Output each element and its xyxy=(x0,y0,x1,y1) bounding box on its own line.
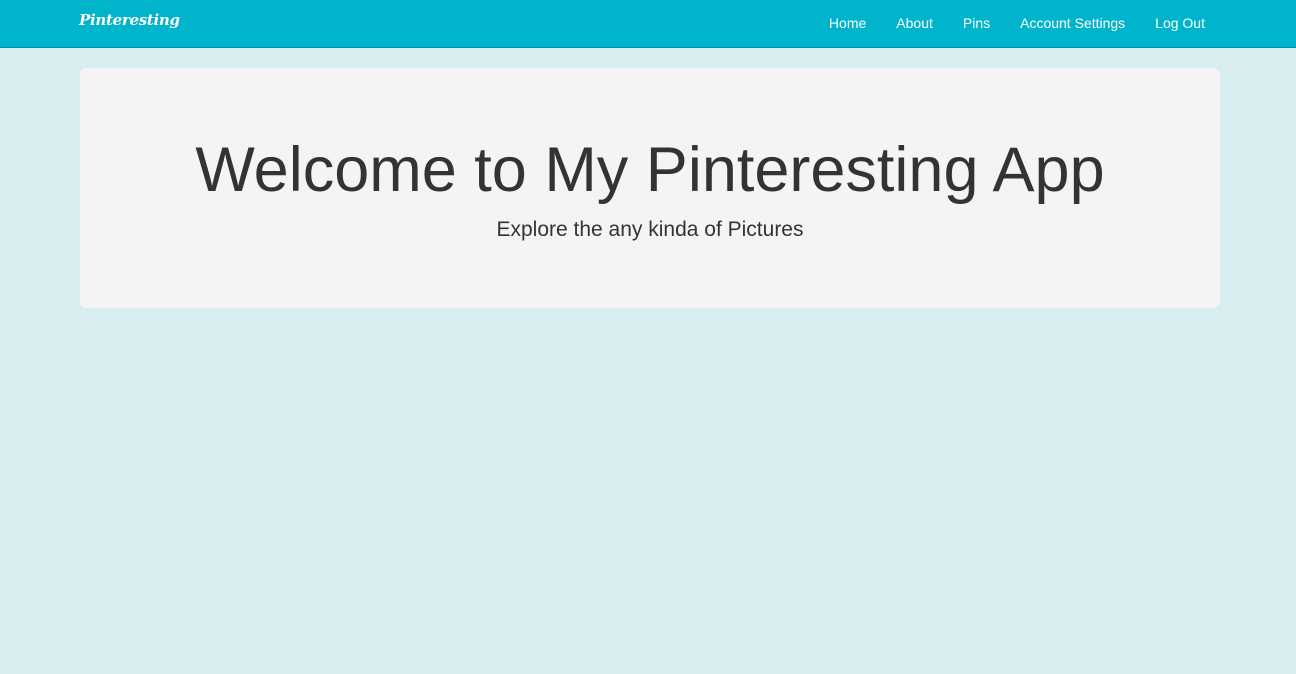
nav-link-pins[interactable]: Pins xyxy=(948,0,1005,47)
page-title: Welcome to My Pinteresting App xyxy=(195,135,1105,205)
brand-logo-link[interactable]: Pinteresting xyxy=(79,11,180,29)
page-subtitle: Explore the any kinda of Pictures xyxy=(496,218,804,241)
nav-link-account-settings[interactable]: Account Settings xyxy=(1005,0,1140,47)
nav-link-home[interactable]: Home xyxy=(814,0,881,47)
welcome-jumbotron: Welcome to My Pinteresting App Explore t… xyxy=(80,68,1220,308)
nav-link-log-out[interactable]: Log Out xyxy=(1140,0,1220,47)
nav-menu: Home About Pins Account Settings Log Out xyxy=(814,0,1220,47)
top-navbar: Pinteresting Home About Pins Account Set… xyxy=(0,0,1296,48)
nav-link-about[interactable]: About xyxy=(881,0,948,47)
